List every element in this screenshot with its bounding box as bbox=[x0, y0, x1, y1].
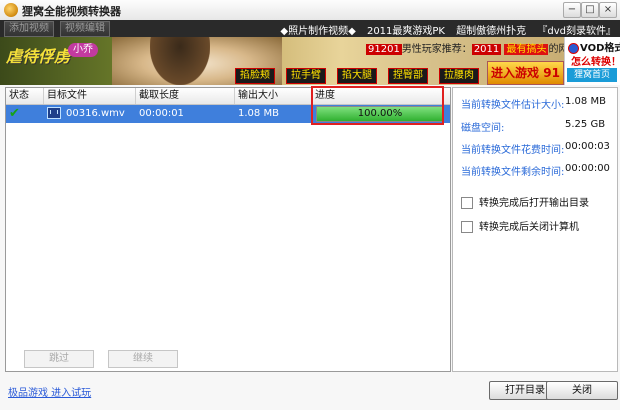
info-row-disk-space: 磁盘空间: 5.25 GB bbox=[461, 119, 605, 134]
vod-logo-icon bbox=[568, 42, 579, 54]
window-title: 狸窝全能视频转换器 bbox=[22, 5, 121, 18]
progress-highlight-box bbox=[311, 86, 444, 125]
info-label: 当前转换文件剩余时间: bbox=[461, 167, 565, 178]
shutdown-checkbox[interactable] bbox=[461, 221, 473, 233]
col-target-file[interactable]: 目标文件 bbox=[44, 88, 136, 104]
top-link-dvd[interactable]: 『dvd刻录软件』 bbox=[537, 26, 616, 37]
vod-subtitle: 怎么转换！ bbox=[571, 57, 620, 68]
banner-character-hair bbox=[150, 37, 210, 85]
col-status[interactable]: 状态 bbox=[6, 88, 44, 104]
info-label: 当前转换文件估计大小: bbox=[461, 100, 565, 111]
enter-game-button[interactable]: 进入游戏 91会联盟 bbox=[487, 61, 564, 85]
rec-text: 男性玩家推荐： bbox=[401, 44, 472, 55]
conversion-table: 状态 目标文件 截取长度 输出大小 进度 ✔ 00316.wmv 00:00:0… bbox=[5, 87, 451, 372]
open-dir-checkbox[interactable] bbox=[461, 197, 473, 209]
banner-ad[interactable]: 虐待俘虏 小乔 91201男性玩家推荐：2011 最有搞头的网页游戏 掐脸颊 拉… bbox=[0, 37, 620, 85]
vod-ad[interactable]: VOD格式 怎么转换！ 狸窝首页 bbox=[564, 37, 620, 85]
rec-prefix: 91201 bbox=[366, 44, 402, 55]
info-panel: 当前转换文件估计大小: 1.08 MB 磁盘空间: 5.25 GB 当前转换文件… bbox=[452, 87, 618, 372]
info-row-remaining: 当前转换文件剩余时间: 00:00:00 bbox=[461, 163, 610, 178]
info-row-elapsed: 当前转换文件花费时间: 00:00:03 bbox=[461, 141, 610, 156]
app-logo-icon bbox=[4, 3, 18, 17]
video-file-icon bbox=[47, 107, 61, 119]
open-dir-option[interactable]: 转换完成后打开输出目录 bbox=[461, 194, 589, 209]
add-video-button[interactable]: 添加视频 bbox=[4, 21, 54, 37]
file-name: 00316.wmv bbox=[66, 108, 125, 119]
title-bar: 狸窝全能视频转换器 − □ × bbox=[0, 0, 620, 21]
col-output-size[interactable]: 输出大小 bbox=[235, 88, 312, 104]
continue-button[interactable]: 继续 bbox=[108, 350, 178, 368]
col-clip-length[interactable]: 截取长度 bbox=[136, 88, 235, 104]
close-window-button[interactable]: × bbox=[599, 2, 617, 18]
open-dir-label: 转换完成后打开输出目录 bbox=[479, 198, 589, 209]
game-trial-link[interactable]: 极品游戏 进入试玩 bbox=[8, 384, 91, 399]
status-cell: ✔ bbox=[6, 105, 44, 123]
video-edit-button[interactable]: 视频编辑 bbox=[60, 21, 110, 37]
game-tag[interactable]: 拉腰肉 bbox=[439, 68, 479, 84]
file-cell: 00316.wmv bbox=[44, 105, 136, 123]
converter-window: 狸窝全能视频转换器 − □ × 添加视频 视频编辑 ◆照片制作视频◆ 2011最… bbox=[0, 0, 620, 410]
skip-button[interactable]: 跳过 bbox=[24, 350, 94, 368]
minimize-button[interactable]: − bbox=[563, 2, 581, 18]
info-value: 00:00:00 bbox=[565, 163, 610, 174]
top-link-poker[interactable]: 超制傲德州扑克 bbox=[456, 26, 526, 37]
maximize-button[interactable]: □ bbox=[581, 2, 599, 18]
game-tag[interactable]: 捏臀部 bbox=[388, 68, 428, 84]
info-label: 磁盘空间: bbox=[461, 123, 505, 134]
game-tag[interactable]: 拉手臂 bbox=[286, 68, 326, 84]
size-cell: 1.08 MB bbox=[238, 108, 279, 119]
top-link-game-pk[interactable]: 2011最爽游戏PK bbox=[367, 26, 445, 37]
vod-title: VOD格式 bbox=[568, 39, 620, 54]
info-value: 00:00:03 bbox=[565, 141, 610, 152]
close-button[interactable]: 关闭 bbox=[546, 381, 618, 400]
length-cell: 00:00:01 bbox=[139, 108, 184, 119]
check-icon: ✔ bbox=[9, 106, 20, 121]
rec-hot: 最有搞头 bbox=[504, 44, 549, 55]
homepage-button[interactable]: 狸窝首页 bbox=[567, 68, 617, 82]
shutdown-label: 转换完成后关闭计算机 bbox=[479, 222, 579, 233]
banner-badge: 小乔 bbox=[68, 43, 98, 57]
info-value: 1.08 MB bbox=[565, 96, 606, 107]
info-value: 5.25 GB bbox=[565, 119, 606, 130]
banner-logo: 虐待俘虏 bbox=[6, 47, 71, 66]
toolbar: 添加视频 视频编辑 ◆照片制作视频◆ 2011最爽游戏PK 超制傲德州扑克 『d… bbox=[0, 20, 620, 37]
rec-year: 2011 bbox=[471, 44, 502, 55]
top-links: ◆照片制作视频◆ 2011最爽游戏PK 超制傲德州扑克 『dvd刻录软件』 bbox=[272, 22, 616, 37]
top-link-photo-video[interactable]: ◆照片制作视频◆ bbox=[280, 26, 355, 37]
game-tag[interactable]: 掐脸颊 bbox=[235, 68, 275, 84]
shutdown-option[interactable]: 转换完成后关闭计算机 bbox=[461, 218, 579, 233]
info-row-estimated-size: 当前转换文件估计大小: 1.08 MB bbox=[461, 96, 606, 111]
info-label: 当前转换文件花费时间: bbox=[461, 145, 565, 156]
game-tag[interactable]: 掐大腿 bbox=[337, 68, 377, 84]
